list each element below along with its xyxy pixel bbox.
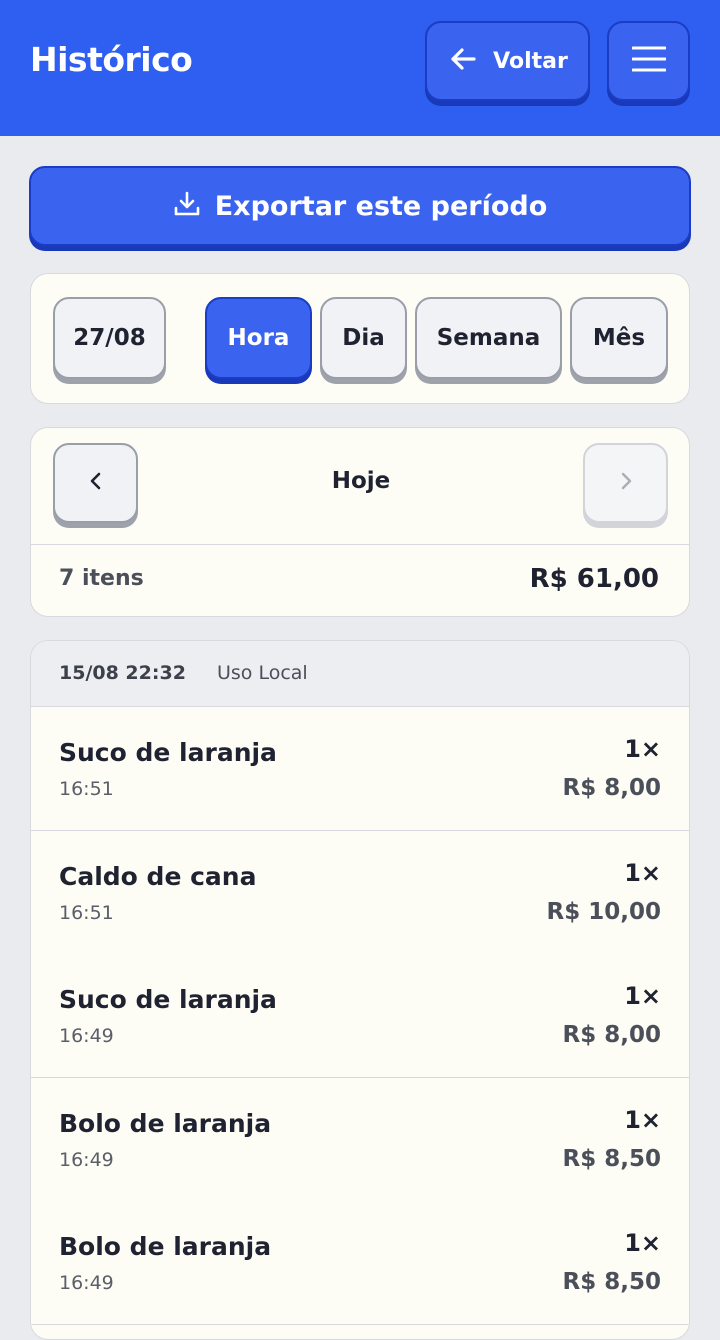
download-icon xyxy=(173,190,201,222)
page-title: Histórico xyxy=(30,40,193,79)
item-time: 16:49 xyxy=(59,1272,114,1294)
next-period-button[interactable] xyxy=(583,443,668,523)
export-period-button[interactable]: Exportar este período xyxy=(29,166,691,246)
back-button[interactable]: Voltar xyxy=(425,21,590,101)
item-name: Suco de laranja xyxy=(59,738,277,767)
item-time: 16:49 xyxy=(59,1025,114,1047)
item-price: R$ 8,00 xyxy=(562,775,661,801)
item-quantity: 1× xyxy=(624,1106,661,1134)
list-item[interactable]: Suco de laranja 16:49 1× R$ 8,00 xyxy=(31,954,689,1078)
arrow-left-icon xyxy=(447,43,479,79)
divider xyxy=(31,544,689,545)
item-price: R$ 8,50 xyxy=(562,1269,661,1295)
hamburger-icon xyxy=(631,45,666,77)
list-item[interactable]: Bolo de laranja 16:49 1× R$ 8,50 xyxy=(31,1078,689,1202)
export-period-label: Exportar este período xyxy=(214,190,548,222)
item-time: 16:49 xyxy=(59,1149,114,1171)
item-name: Caldo de cana xyxy=(59,862,257,891)
order-datetime: 15/08 22:32 xyxy=(59,662,186,684)
period-total: R$ 61,00 xyxy=(529,564,659,594)
item-quantity: 1× xyxy=(624,982,661,1010)
item-name: Bolo de laranja xyxy=(59,1232,272,1261)
date-picker-button[interactable]: 27/08 xyxy=(53,297,166,379)
item-price: R$ 8,50 xyxy=(562,1146,661,1172)
tab-semana[interactable]: Semana xyxy=(415,297,562,379)
item-quantity: 1× xyxy=(624,735,661,763)
list-item[interactable]: Bolo de laranja 16:49 1× R$ 8,50 xyxy=(31,1201,689,1325)
filters-card: 27/08 Hora Dia Semana Mês xyxy=(30,273,690,404)
order-card: 15/08 22:32 Uso Local Suco de laranja 16… xyxy=(30,640,690,1340)
tab-mes[interactable]: Mês xyxy=(570,297,668,379)
item-name: Suco de laranja xyxy=(59,985,277,1014)
item-quantity: 1× xyxy=(624,859,661,887)
item-price: R$ 8,00 xyxy=(562,1022,661,1048)
order-header: 15/08 22:32 Uso Local xyxy=(31,641,689,707)
item-name: Bolo de laranja xyxy=(59,1109,272,1138)
menu-button[interactable] xyxy=(607,21,690,101)
app-header: Histórico Voltar xyxy=(0,0,720,136)
back-button-label: Voltar xyxy=(493,48,568,74)
order-type: Uso Local xyxy=(217,662,308,684)
list-item[interactable]: Caldo de cana 16:51 1× R$ 10,00 xyxy=(31,831,689,955)
tab-dia[interactable]: Dia xyxy=(320,297,407,379)
item-price: R$ 10,00 xyxy=(546,899,661,925)
item-time: 16:51 xyxy=(59,778,114,800)
item-quantity: 1× xyxy=(624,1229,661,1257)
chevron-right-icon xyxy=(615,470,637,496)
period-card: Hoje 7 itens R$ 61,00 xyxy=(30,427,690,617)
item-time: 16:51 xyxy=(59,902,114,924)
item-count: 7 itens xyxy=(59,566,144,591)
tab-hora[interactable]: Hora xyxy=(205,297,312,379)
list-item[interactable]: Suco de laranja 16:51 1× R$ 8,00 xyxy=(31,707,689,831)
